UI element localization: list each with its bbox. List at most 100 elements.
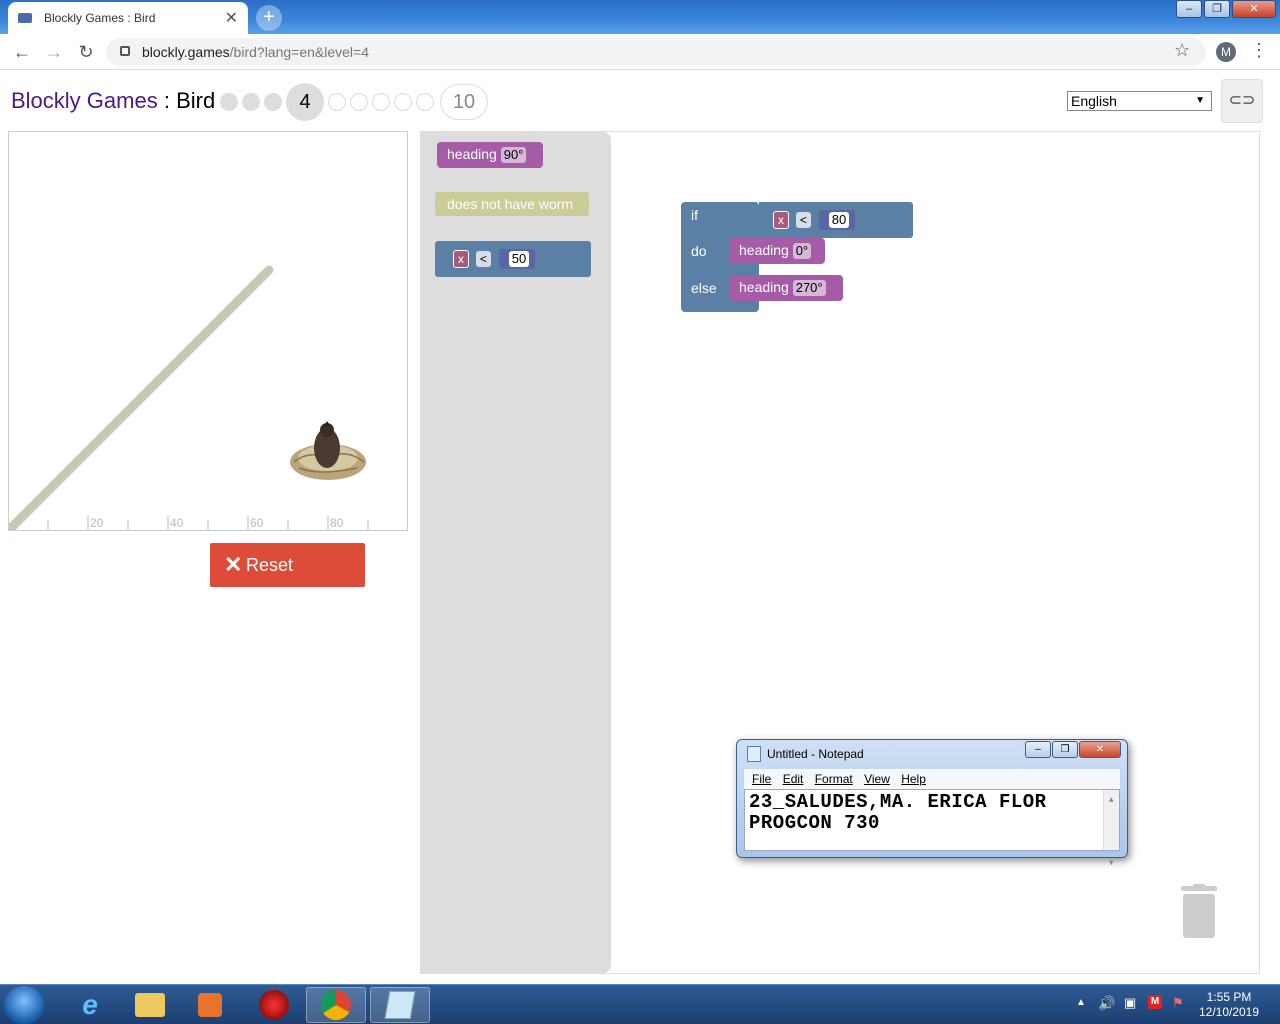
condition-op[interactable]: < <box>795 212 811 228</box>
notepad-window-controls: – ❐ ✕ <box>1024 741 1121 758</box>
menu-help[interactable]: Help <box>901 769 926 789</box>
volume-icon[interactable]: 🔊 <box>1098 995 1115 1012</box>
close-x-icon: ✕ <box>224 552 243 577</box>
new-tab-button[interactable]: + <box>256 5 282 31</box>
level-7-dot[interactable] <box>372 93 390 111</box>
else-label: else <box>691 280 717 296</box>
browser-tab[interactable]: Blockly Games : Bird ✕ <box>8 2 248 34</box>
flyout-heading-angle[interactable]: 90° <box>500 147 527 163</box>
taskbar-media-player[interactable] <box>180 987 240 1023</box>
blockly-favicon-icon <box>18 11 34 25</box>
notepad-window[interactable]: Untitled - Notepad – ❐ ✕ File Edit Forma… <box>736 739 1128 868</box>
level-8-dot[interactable] <box>394 93 412 111</box>
forward-arrow-icon[interactable]: → <box>42 40 66 64</box>
reload-icon[interactable]: ↻ <box>74 40 98 64</box>
bird-visualization: 20 40 60 80 <box>4 131 408 535</box>
internet-explorer-icon: e <box>82 989 98 1020</box>
taskbar-chrome[interactable] <box>306 987 366 1023</box>
maximize-button[interactable]: ❐ <box>1204 0 1230 18</box>
flyout-no-worm-block[interactable]: does not have worm <box>435 192 589 216</box>
condition-var[interactable]: x <box>773 211 789 229</box>
back-arrow-icon[interactable]: ← <box>10 40 34 64</box>
taskbar-ie[interactable]: e <box>60 987 120 1023</box>
start-button[interactable] <box>4 986 44 1024</box>
level-selector: 4 10 <box>220 83 492 121</box>
notepad-scrollbar[interactable]: ▲ ▼ <box>1103 790 1119 868</box>
tab-close-icon[interactable]: ✕ <box>225 8 238 28</box>
else-heading-label: heading <box>739 279 789 295</box>
tick-label-60: 60 <box>250 516 264 530</box>
flyout-compare-block[interactable]: x < 50 <box>435 241 591 277</box>
flyout-compare-op[interactable]: < <box>475 251 491 267</box>
taskbar-notepad[interactable] <box>370 987 430 1023</box>
level-current[interactable]: 4 <box>286 83 324 121</box>
flyout-heading-block[interactable]: heading 90° <box>437 142 543 168</box>
tick-label-40: 40 <box>170 516 184 530</box>
minimize-button[interactable]: – <box>1176 0 1202 18</box>
folder-icon <box>135 993 165 1017</box>
level-6-dot[interactable] <box>350 93 368 111</box>
condition-number[interactable]: 80 <box>818 210 856 230</box>
if-label: if <box>691 207 698 223</box>
level-1-dot[interactable] <box>220 93 238 111</box>
notepad-text-area[interactable]: 23_SALUDES,MA. ERICA FLOR PROGCON 730 ▲ ▼ <box>744 789 1120 868</box>
else-heading-angle[interactable]: 270° <box>792 280 826 296</box>
menu-format[interactable]: Format <box>815 769 853 789</box>
bookmark-star-icon[interactable]: ☆ <box>1174 40 1190 61</box>
trash-can-icon[interactable] <box>1179 884 1219 940</box>
clock-date: 12/10/2019 <box>1198 1005 1260 1019</box>
brand-link[interactable]: Blockly Games <box>11 88 158 113</box>
browser-toolbar: ← → ↻ blockly.games/bird?lang=en&level=4… <box>0 34 1280 70</box>
browser-menu-icon[interactable]: ⋮ <box>1250 40 1268 61</box>
taskbar-explorer[interactable] <box>120 987 180 1023</box>
notepad-taskbar-icon <box>384 991 416 1019</box>
url-path: /bird?lang=en&level=4 <box>229 44 370 60</box>
app-badge-icon <box>259 990 289 1020</box>
tray-expand-icon[interactable]: ▲ <box>1076 997 1086 1008</box>
menu-file[interactable]: File <box>752 769 771 789</box>
do-heading-angle[interactable]: 0° <box>792 243 812 259</box>
viz-canvas: 20 40 60 80 <box>4 265 369 535</box>
wall-line <box>4 265 274 535</box>
do-heading-block[interactable]: heading 0° <box>729 238 825 264</box>
flyout-no-worm-label: does not have worm <box>447 196 574 212</box>
level-5-dot[interactable] <box>328 93 346 111</box>
action-center-icon[interactable]: ⚑ <box>1172 995 1184 1011</box>
do-label: do <box>691 243 707 259</box>
profile-avatar[interactable]: M <box>1216 42 1236 62</box>
flyout-compare-number[interactable]: 50 <box>498 249 536 269</box>
game-name: Bird <box>176 88 216 113</box>
level-9-dot[interactable] <box>416 93 434 111</box>
level-3-dot[interactable] <box>264 93 282 111</box>
if-condition-block[interactable]: x < 80 <box>759 202 913 238</box>
notepad-menubar: File Edit Format View Help <box>744 769 1120 789</box>
menu-edit[interactable]: Edit <box>783 769 804 789</box>
notepad-icon <box>747 746 761 762</box>
notepad-maximize-button[interactable]: ❐ <box>1052 741 1078 758</box>
level-2-dot[interactable] <box>242 93 260 111</box>
else-heading-block[interactable]: heading 270° <box>729 275 843 301</box>
network-icon[interactable]: ▣ <box>1124 995 1136 1011</box>
title-separator: : <box>157 88 177 113</box>
media-player-icon <box>198 993 222 1017</box>
flyout-compare-value[interactable]: 50 <box>508 251 530 267</box>
taskbar-app[interactable] <box>244 987 304 1023</box>
tab-title: Blockly Games : Bird <box>44 11 156 25</box>
menu-view[interactable]: View <box>864 769 890 789</box>
notepad-minimize-button[interactable]: – <box>1025 741 1051 758</box>
tick-label-20: 20 <box>90 516 104 530</box>
windows-taskbar: e ▲ 🔊 ▣ M ⚑ 1:55 PM 12/10/2019 <box>0 984 1280 1024</box>
reset-button[interactable]: ✕ Reset <box>210 543 365 587</box>
level-last[interactable]: 10 <box>440 84 488 120</box>
condition-value[interactable]: 80 <box>828 212 850 228</box>
address-bar[interactable]: blockly.games/bird?lang=en&level=4 <box>106 38 1206 66</box>
flyout-compare-var[interactable]: x <box>453 250 469 268</box>
antivirus-icon[interactable]: M <box>1148 995 1162 1009</box>
window-close-button[interactable]: ✕ <box>1232 0 1276 18</box>
tick-label-80: 80 <box>330 516 344 530</box>
link-button[interactable]: ⊂⊃ <box>1221 79 1263 123</box>
window-controls: – ❐ ✕ <box>1174 0 1276 18</box>
notepad-close-button[interactable]: ✕ <box>1079 741 1121 758</box>
language-select[interactable]: English ▼ <box>1067 91 1212 111</box>
taskbar-clock[interactable]: 1:55 PM 12/10/2019 <box>1190 990 1268 1020</box>
